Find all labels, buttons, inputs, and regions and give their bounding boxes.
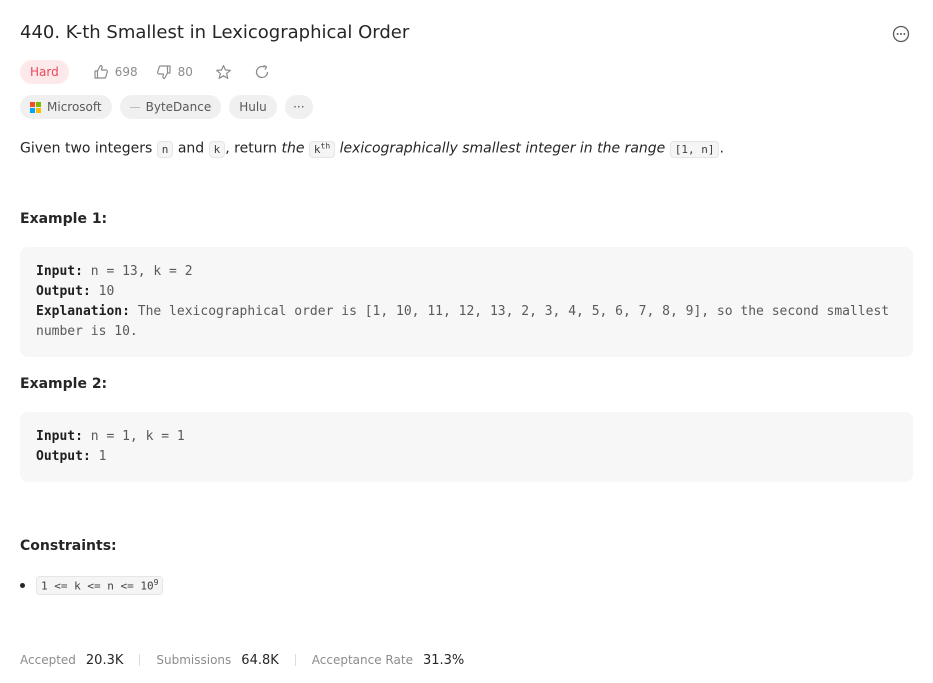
stat-divider bbox=[294, 654, 296, 666]
star-icon bbox=[216, 64, 231, 79]
kth-base: k bbox=[313, 142, 321, 156]
accepted-label: Accepted bbox=[20, 653, 76, 667]
accepted-value: 20.3K bbox=[85, 652, 124, 668]
tag-label: ByteDance bbox=[145, 100, 212, 114]
example-1-block: Input: n = 13, k = 2 Output: 10 Explanat… bbox=[20, 247, 913, 357]
input-value: n = 13, k = 2 bbox=[82, 264, 193, 279]
output-label: Output: bbox=[36, 284, 91, 299]
kth-sup: th bbox=[320, 141, 331, 150]
list-item: 1 <= k <= n <= 109 bbox=[20, 576, 164, 595]
difficulty-badge: Hard bbox=[20, 60, 69, 84]
example-2-heading: Example 2: bbox=[20, 376, 108, 392]
code-kth: kth bbox=[308, 140, 336, 158]
share-button[interactable] bbox=[254, 64, 270, 80]
constraints-list: 1 <= k <= n <= 109 bbox=[20, 576, 164, 595]
more-tags-label: ··· bbox=[293, 100, 305, 114]
submissions-label: Submissions bbox=[156, 653, 232, 667]
tag-bytedance[interactable]: ByteDance bbox=[119, 95, 222, 119]
favorite-button[interactable] bbox=[215, 64, 232, 81]
bytedance-dash-icon bbox=[129, 106, 140, 108]
bullet bbox=[20, 582, 25, 588]
dislike-button[interactable]: 80 bbox=[156, 64, 193, 80]
desc-emphasis: the bbox=[281, 140, 305, 157]
acceptance-rate-value: 31.3% bbox=[422, 652, 465, 668]
explanation-label: Explanation: bbox=[36, 304, 130, 319]
desc-text: . bbox=[719, 140, 724, 157]
constraint-code: 1 <= k <= n <= 109 bbox=[36, 576, 164, 595]
thumbs-down-icon bbox=[156, 65, 171, 80]
desc-text: and bbox=[173, 140, 209, 157]
thumbs-up-icon bbox=[94, 64, 108, 79]
desc-text: Given two integers bbox=[20, 140, 157, 157]
more-tags-button[interactable]: ··· bbox=[284, 95, 313, 119]
problem-page: 440. K-th Smallest in Lexicographical Or… bbox=[0, 0, 933, 683]
acceptance-rate-label: Acceptance Rate bbox=[311, 653, 413, 667]
output-label: Output: bbox=[36, 449, 91, 464]
like-button[interactable]: 698 bbox=[93, 64, 138, 80]
code-range: [1, n] bbox=[669, 140, 720, 158]
example-2-block: Input: n = 1, k = 1 Output: 1 bbox=[20, 412, 913, 482]
code-k: k bbox=[208, 140, 226, 158]
code-n: n bbox=[156, 140, 174, 158]
constraints-heading: Constraints: bbox=[20, 538, 117, 554]
submissions-value: 64.8K bbox=[241, 652, 279, 668]
company-tags: Microsoft ByteDance Hulu ··· bbox=[20, 95, 313, 119]
desc-text: , return bbox=[225, 140, 282, 157]
stat-divider bbox=[139, 654, 141, 666]
tag-hulu[interactable]: Hulu bbox=[229, 95, 277, 119]
microsoft-logo-icon bbox=[30, 101, 41, 113]
explanation-value: The lexicographical order is [1, 10, 11,… bbox=[36, 304, 897, 339]
output-value: 10 bbox=[90, 284, 115, 299]
submission-stats: Accepted 20.3K Submissions 64.8K Accepta… bbox=[20, 650, 464, 670]
like-count: 698 bbox=[114, 65, 138, 79]
input-label: Input: bbox=[36, 429, 83, 444]
dislike-count: 80 bbox=[177, 65, 193, 79]
desc-emphasis: lexicographically smallest integer in th… bbox=[339, 140, 666, 157]
constraint-text: 1 <= k <= n <= 10 bbox=[41, 579, 154, 593]
more-options-button[interactable] bbox=[892, 25, 910, 43]
example-1-heading: Example 1: bbox=[20, 211, 108, 227]
problem-description: Given two integers n and k, return the k… bbox=[20, 136, 724, 160]
output-value: 1 bbox=[90, 449, 107, 464]
more-dots-icon bbox=[892, 25, 910, 43]
tag-label: Microsoft bbox=[47, 100, 102, 114]
tag-microsoft[interactable]: Microsoft bbox=[20, 95, 112, 119]
problem-title: 440. K-th Smallest in Lexicographical Or… bbox=[20, 22, 410, 43]
input-label: Input: bbox=[36, 264, 83, 279]
refresh-share-icon bbox=[255, 64, 269, 79]
problem-meta: Hard 698 80 bbox=[20, 59, 270, 85]
input-value: n = 1, k = 1 bbox=[82, 429, 185, 444]
tag-label: Hulu bbox=[239, 100, 267, 114]
constraint-sup: 9 bbox=[153, 578, 159, 587]
